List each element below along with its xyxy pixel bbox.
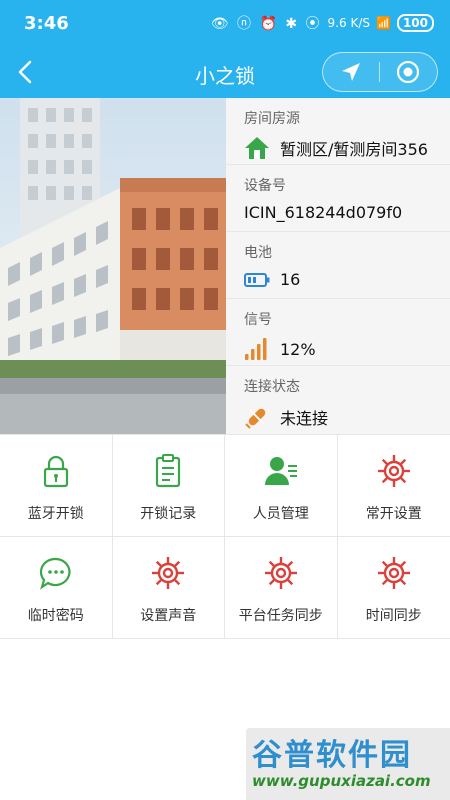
close-mini-program-button[interactable] [380,53,436,91]
net-speed: 9.6 K/S [327,16,370,30]
grid-label: 平台任务同步 [238,608,323,624]
disconnected-plug-icon [245,408,266,429]
signal-bars-icon [245,338,267,360]
device-label: 设备号 [244,178,286,194]
battery-icon [244,272,270,287]
chat-icon [39,557,71,590]
connection-label: 连接状态 [244,379,300,395]
grid-label: 人员管理 [252,506,309,522]
room-label: 房间房源 [244,111,300,127]
battery-value: 16 [280,270,301,289]
building-photo [0,98,226,434]
connection-info-row: 连接状态 未连接 [226,366,450,433]
platform-task-sync-button[interactable]: 平台任务同步 [225,536,338,638]
location-button[interactable] [323,53,379,91]
status-icons-group: 👁 ⓝ ⏰ ✱ ⦿ 9.6 K/S 📶 100 [211,13,434,33]
signal-info-row: 信号 12% [226,299,450,366]
wifi-signal-icon: 📶 [375,16,391,30]
sound-settings-button[interactable]: 设置声音 [112,536,225,638]
grid-label: 蓝牙开锁 [27,506,84,522]
connection-value: 未连接 [280,409,329,428]
grid-label: 设置声音 [140,608,197,624]
device-value: ICIN_618244d079f0 [244,203,403,222]
temporary-password-button[interactable]: 临时密码 [0,536,113,638]
battery-label: 电池 [244,245,272,261]
battery-info-row: 电池 16 [226,232,450,299]
time-sync-button[interactable]: 时间同步 [337,536,450,638]
navigation-arrow-icon [342,63,360,81]
room-info-row: 房间房源 暂测区/暂测房间356 [226,98,450,165]
gear-icon [264,557,297,589]
status-time: 3:46 [24,12,69,34]
unlock-records-button[interactable]: 开锁记录 [112,434,225,536]
signal-value: 12% [280,339,316,359]
building-illustration [0,98,226,434]
user-manage-icon [264,457,297,485]
target-circle-icon [396,60,420,84]
normally-open-settings-button[interactable]: 常开设置 [337,434,450,536]
grid-label: 时间同步 [365,608,422,624]
system-icons: 👁 ⓝ ⏰ ✱ ⦿ [210,16,322,32]
watermark-url: www.gupuxiazai.com [252,772,431,790]
site-watermark: 谷普软件园 www.gupuxiazai.com [246,728,450,800]
room-value: 暂测区/暂测房间356 [280,140,428,159]
clipboard-icon [156,454,181,488]
house-icon [245,137,269,159]
grid-label: 开锁记录 [140,506,197,522]
function-grid: 蓝牙开锁 开锁记录 人员管理 常开设置 临时密码 设置声音 平台任务同步 时间同… [0,434,450,639]
watermark-title: 谷普软件园 [252,738,412,773]
personnel-management-button[interactable]: 人员管理 [225,434,338,536]
gear-icon [377,455,410,487]
grid-label: 常开设置 [365,506,422,522]
lock-icon [43,455,68,488]
device-info-row: 设备号 ICIN_618244d079f0 [226,165,450,232]
grid-label: 临时密码 [27,608,84,624]
battery-indicator: 100 [396,14,434,32]
device-info-panel: 房间房源 暂测区/暂测房间356 设备号 ICIN_618244d079f0 电… [226,98,450,434]
status-bar: 3:46 👁 ⓝ ⏰ ✱ ⦿ 9.6 K/S 📶 100 [0,0,450,46]
signal-label: 信号 [244,312,272,328]
mini-program-capsule [322,52,438,92]
bluetooth-unlock-button[interactable]: 蓝牙开锁 [0,434,113,536]
gear-icon [377,557,410,589]
gear-icon [152,557,185,589]
app-bar: 小之锁 [0,46,450,98]
